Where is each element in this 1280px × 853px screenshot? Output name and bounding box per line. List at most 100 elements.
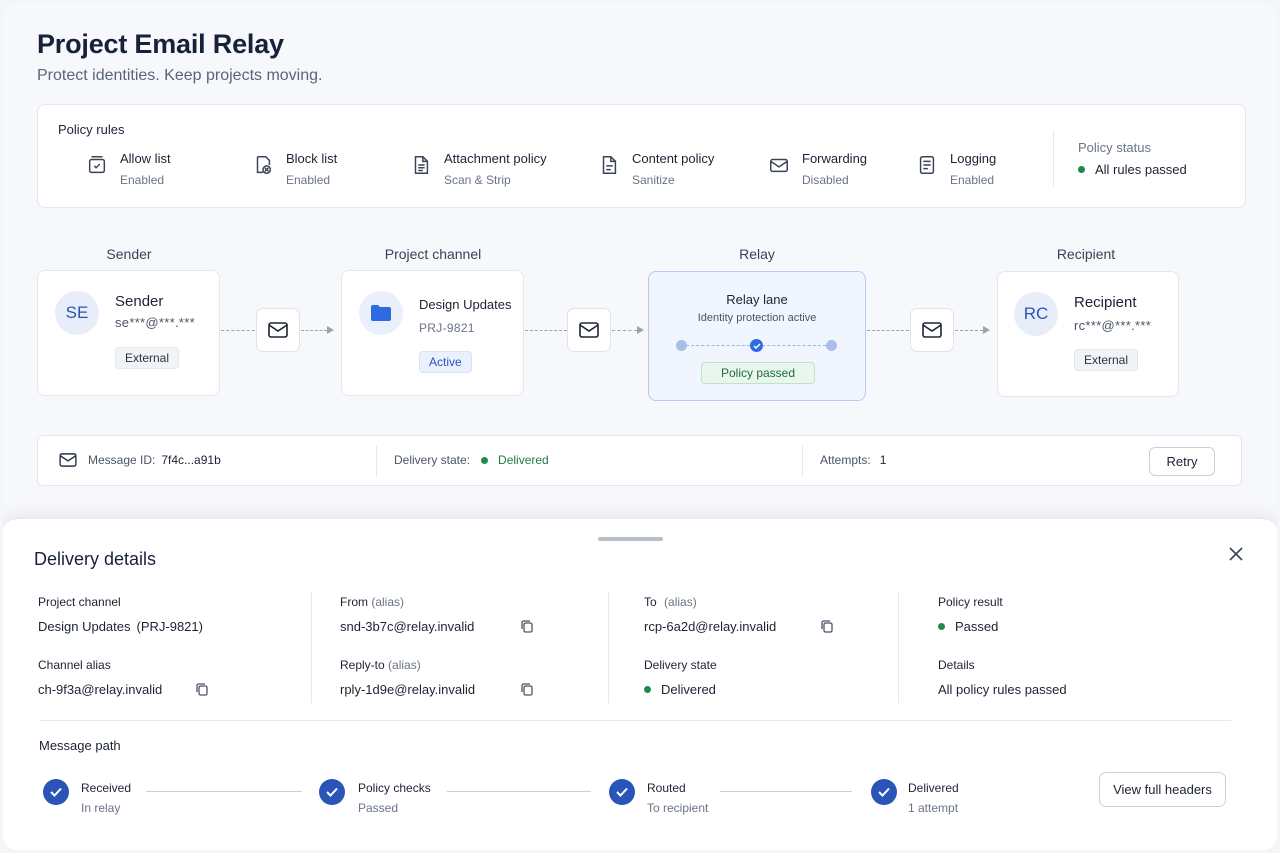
policy-rules-heading: Policy rules [58,122,125,137]
from-label-text: From [340,595,368,609]
channel-alias-label: Channel alias [38,658,111,672]
close-icon[interactable] [1227,545,1245,563]
status-dot [1078,166,1085,173]
project-channel-label: Project channel [38,595,121,609]
sender-column-label: Sender [106,246,152,262]
rule-block-list[interactable]: Block list Enabled [252,150,337,189]
reply-to-value: rply-1d9e@relay.invalid [340,682,476,697]
flow-connector [221,330,255,331]
copy-icon[interactable] [195,682,209,696]
policy-result-value: Passed [938,619,998,634]
divider [376,446,377,476]
reply-to-label-note: (alias) [388,658,421,672]
channel-alias-value: ch-9f3a@relay.invalid [38,682,163,697]
from-label: From (alias) [340,595,404,609]
rule-status: Enabled [950,173,995,187]
message-id-value: 7f4c...a91b [161,453,221,467]
arrow-right-icon [637,326,644,334]
retry-button[interactable]: Retry [1149,447,1215,476]
delivery-state-value: Delivered [644,682,716,697]
rule-status: Enabled [120,173,165,187]
policy-result-text: Passed [955,619,999,634]
check-icon [319,779,345,805]
sender-card[interactable]: SE Sender se***@***.*** External [37,270,220,396]
check-icon [750,339,763,352]
rule-status: Scan & Strip [444,173,511,187]
relay-description: Identity protection active [697,312,817,324]
sheet-title: Delivery details [34,549,157,569]
message-id-label: Message ID: [88,453,156,467]
divider [898,591,899,703]
mail-transit-icon [910,308,954,352]
rule-allow-list[interactable]: Allow list Enabled [86,150,171,189]
check-icon [609,779,635,805]
mail-transit-icon [256,308,300,352]
mail-forward-icon [770,158,788,173]
rule-content-policy[interactable]: Content policy Sanitize [598,150,714,189]
policy-status-value: All rules passed [1078,162,1187,177]
channel-status-badge: Active [419,351,472,373]
inbox-check-icon [88,156,106,174]
rule-status: Disabled [802,173,849,187]
rule-status: Enabled [286,173,331,187]
arrow-right-icon [327,326,334,334]
flow-connector [525,330,567,331]
step-title: Received [81,781,132,795]
channel-name: Design Updates [419,297,512,312]
recipient-avatar: RC [1014,292,1058,336]
relay-node-dot [676,340,687,351]
delivery-state-label: Delivery state: [394,453,471,467]
relay-node-dot [826,340,837,351]
recipient-email: rc***@***.*** [1074,318,1152,333]
flow-connector [612,330,637,331]
mail-icon [59,453,77,467]
relay-name: Relay lane [726,292,788,307]
details-link[interactable]: All policy rules passed [938,682,1067,697]
sender-name: Sender [115,293,164,310]
relay-lane-card[interactable]: Relay lane Identity protection active Po… [648,271,866,401]
view-full-headers-button[interactable]: View full headers [1099,772,1226,807]
step-subtitle: In relay [81,801,121,815]
drag-handle[interactable] [598,537,663,541]
rule-forwarding[interactable]: Forwarding Disabled [768,150,867,189]
step-connector [146,791,302,792]
divider [802,446,803,476]
policy-rules-card: Policy rules Allow list Enabled Block lis… [37,104,1246,208]
message-status-bar: Message ID: 7f4c...a91b Delivery state: … [37,435,1242,486]
rule-title: Block list [286,151,338,166]
attempts-value: 1 [879,453,887,467]
page-subtitle: Protect identities. Keep projects moving… [37,67,323,84]
divider [1053,130,1054,186]
rule-logging[interactable]: Logging Enabled [916,150,996,189]
project-channel-link[interactable]: Design Updates (PRJ-9821) [38,619,203,634]
recipient-card[interactable]: RC Recipient rc***@***.*** External [997,271,1179,397]
copy-icon[interactable] [820,619,834,633]
rule-title: Content policy [632,151,715,166]
delivery-state-text: Delivered [661,682,716,697]
step-title: Delivered [908,781,959,795]
rule-title: Allow list [120,151,171,166]
recipient-name: Recipient [1074,294,1137,311]
copy-icon[interactable] [520,619,534,633]
project-channel-id: (PRJ-9821) [136,619,203,634]
project-channel-card[interactable]: Design Updates PRJ-9821 Active [341,270,524,396]
reply-to-label-text: Reply-to [340,658,385,672]
block-list-icon [256,156,272,174]
folder-icon [359,291,403,335]
rule-attachment-policy[interactable]: Attachment policy Scan & Strip [410,150,547,189]
policy-result-label: Policy result [938,595,1003,609]
status-dot [481,456,489,464]
flow-connector [955,330,983,331]
to-value: rcp-6a2d@relay.invalid [644,619,777,634]
flow-connector [301,330,327,331]
divider [608,591,609,703]
rule-title: Attachment policy [444,151,547,166]
page-title: Project Email Relay [37,29,284,59]
project-channel-name: Design Updates [38,619,131,634]
step-title: Policy checks [358,781,431,795]
divider [39,720,1231,721]
copy-icon[interactable] [520,682,534,696]
step-title: Routed [647,781,686,795]
check-icon [43,779,69,805]
delivery-state-label: Delivery state [644,658,717,672]
